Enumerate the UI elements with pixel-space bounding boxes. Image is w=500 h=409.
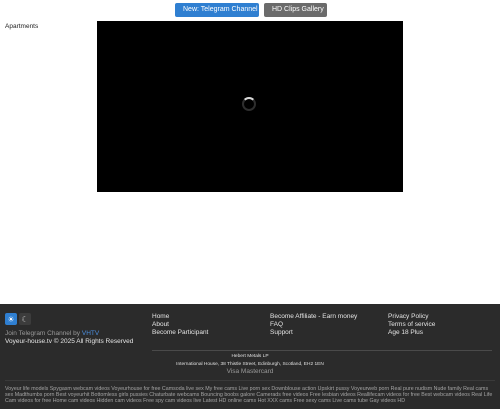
footer-links-column-3: Privacy Policy Terms of service Age 18 P… xyxy=(388,313,435,337)
footer-link-faq[interactable]: FAQ xyxy=(270,321,357,329)
footer-link-terms[interactable]: Terms of service xyxy=(388,321,435,329)
sun-icon[interactable]: ☀ xyxy=(5,313,17,325)
footer-divider-2 xyxy=(5,380,495,381)
company-name: Hebert Metals LP xyxy=(231,354,269,359)
footer-link-age-18[interactable]: Age 18 Plus xyxy=(388,329,435,337)
seo-links[interactable]: Voyeur life models Spygasm webcam videos… xyxy=(5,386,495,404)
theme-switcher: ☀ ☾ xyxy=(5,313,31,325)
footer-links-column-2: Become Affiliate - Earn money FAQ Suppor… xyxy=(270,313,357,337)
hd-clips-gallery-label: HD Clips Gallery xyxy=(272,6,324,13)
footer: ☀ ☾ Join Telegram Channel by VHTV Voyeur… xyxy=(0,304,500,409)
vhtv-link[interactable]: VHTV xyxy=(82,330,99,337)
moon-icon[interactable]: ☾ xyxy=(19,313,31,325)
footer-link-privacy-policy[interactable]: Privacy Policy xyxy=(388,313,435,321)
footer-link-support[interactable]: Support xyxy=(270,329,357,337)
join-telegram-label: Join Telegram Channel by xyxy=(5,330,81,337)
payment-methods: Visa Mastercard xyxy=(226,368,274,375)
telegram-channel-label: New: Telegram Channel xyxy=(183,6,258,13)
footer-link-become-affiliate[interactable]: Become Affiliate - Earn money xyxy=(270,313,357,321)
footer-link-become-participant[interactable]: Become Participant xyxy=(152,329,208,337)
join-telegram-text: Join Telegram Channel by VHTV xyxy=(5,330,99,337)
loading-spinner-icon xyxy=(242,97,256,111)
footer-link-home[interactable]: Home xyxy=(152,313,208,321)
category-label[interactable]: Apartments xyxy=(5,23,38,30)
footer-links-column-1: Home About Become Participant xyxy=(152,313,208,337)
telegram-channel-button[interactable]: New: Telegram Channel xyxy=(175,3,259,17)
company-address: International House, 38 Thistle Street, … xyxy=(176,362,324,367)
top-bar: New: Telegram Channel HD Clips Gallery xyxy=(0,0,500,20)
hd-clips-gallery-button[interactable]: HD Clips Gallery xyxy=(264,3,327,17)
footer-divider xyxy=(152,350,492,351)
copyright: Voyeur-house.tv © 2025 All Rights Reserv… xyxy=(5,338,134,345)
footer-link-about[interactable]: About xyxy=(152,321,208,329)
